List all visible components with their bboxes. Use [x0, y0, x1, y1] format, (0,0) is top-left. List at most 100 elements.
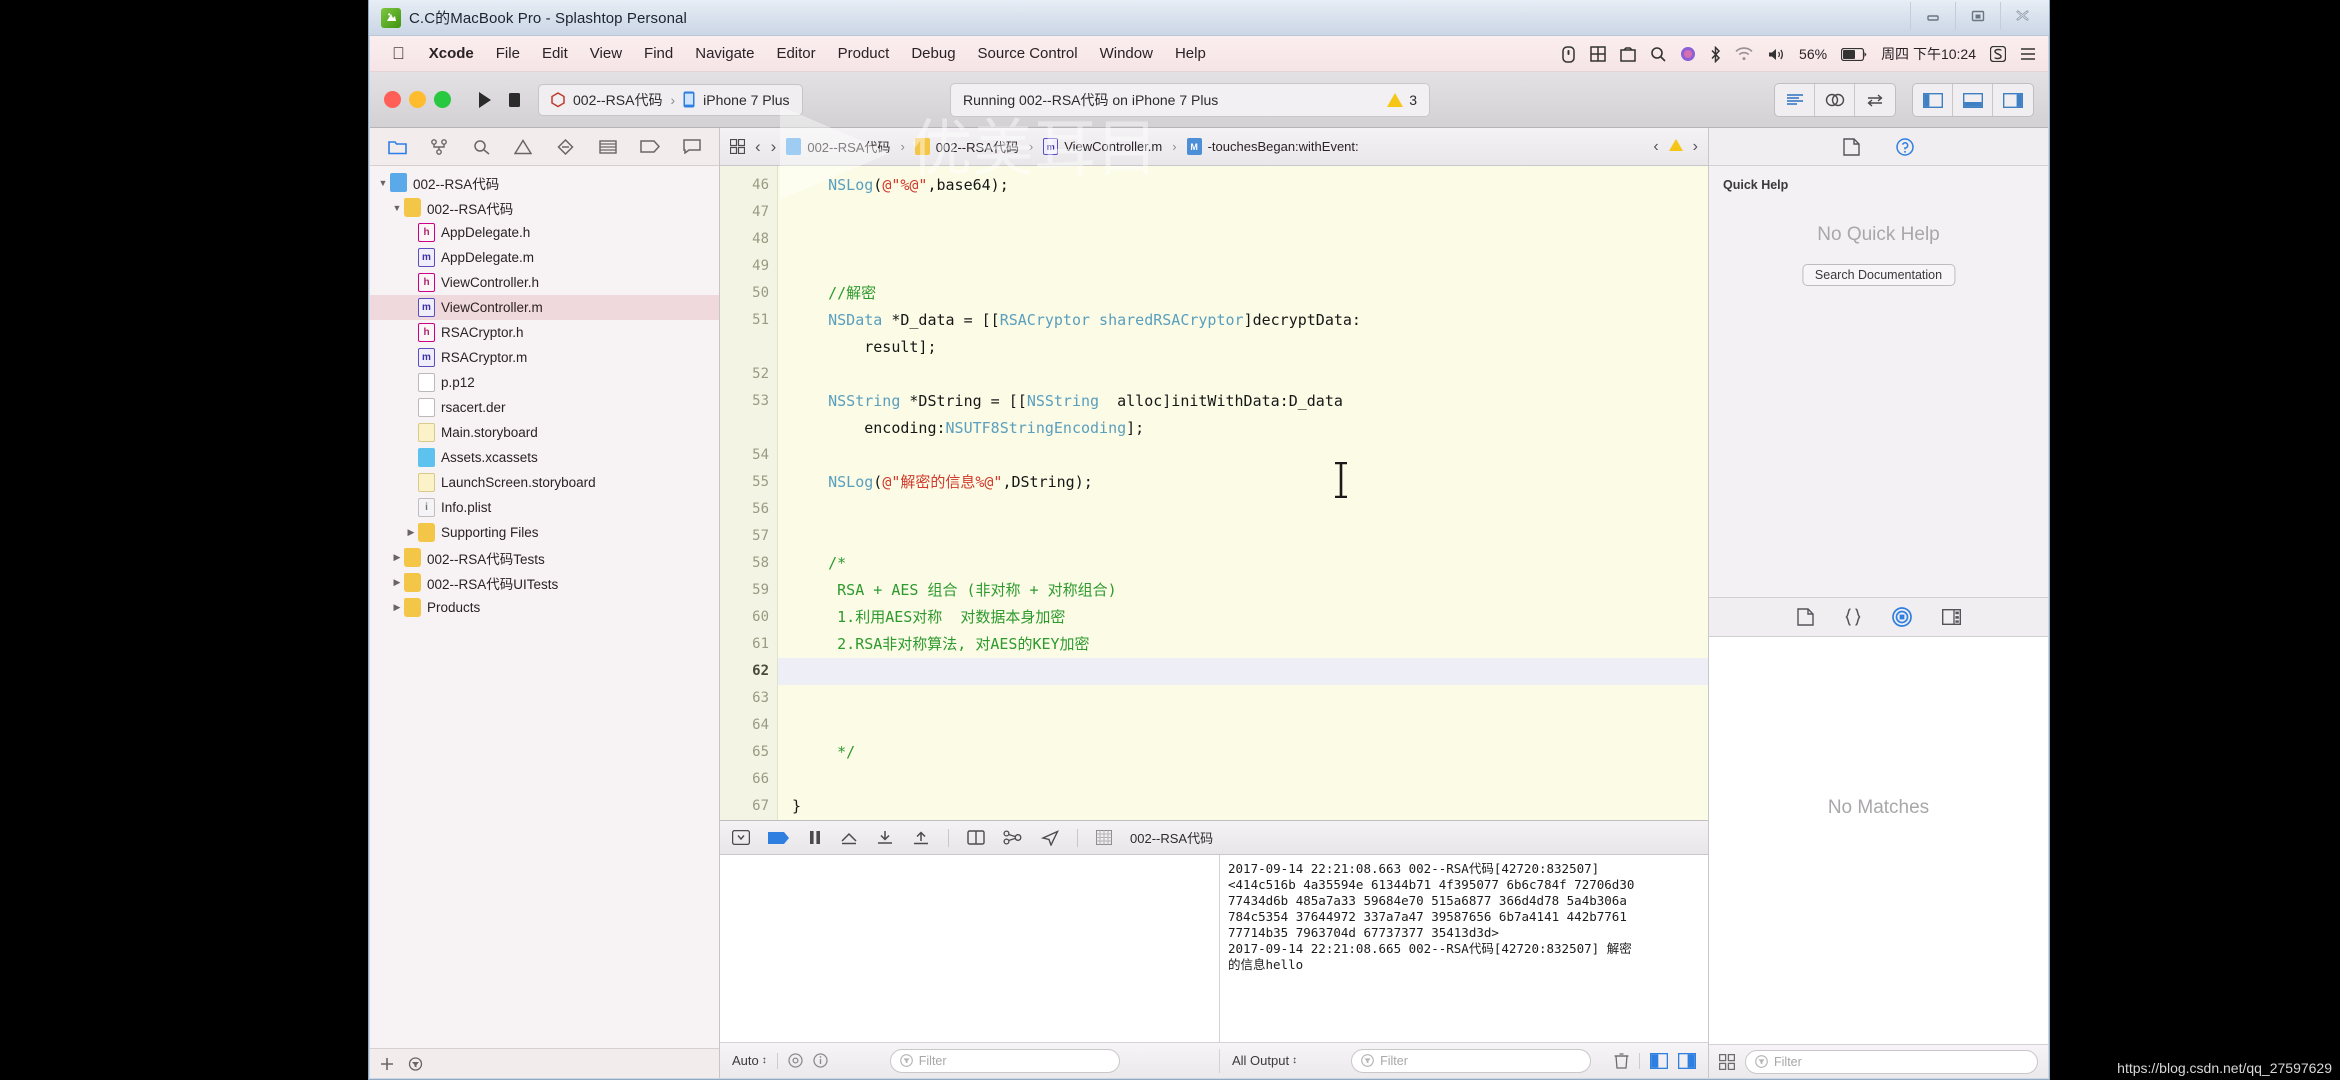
breadcrumb-group[interactable]: 002--RSA代码: [914, 137, 1019, 156]
file-inspector-icon[interactable]: [1843, 137, 1860, 156]
code-line[interactable]: [792, 496, 1708, 523]
menu-xcode[interactable]: Xcode: [429, 45, 474, 62]
console-filter-input[interactable]: Filter: [1351, 1048, 1592, 1073]
breadcrumb-symbol[interactable]: M -touchesBegan:withEvent:: [1186, 138, 1359, 155]
bluetooth-icon[interactable]: [1710, 45, 1721, 63]
filter-icon[interactable]: [408, 1056, 423, 1071]
version-editor-icon[interactable]: [1855, 84, 1895, 116]
code-line[interactable]: RSA + AES 组合 (非对称 + 对称组合): [792, 577, 1708, 604]
hide-debug-area-icon[interactable]: [732, 830, 750, 845]
console-output[interactable]: 2017-09-14 22:21:08.663 002--RSA代码[42720…: [1220, 855, 1708, 1042]
code-line[interactable]: //解密: [792, 280, 1708, 307]
code-line[interactable]: /*: [792, 550, 1708, 577]
code-line[interactable]: [792, 523, 1708, 550]
info-icon[interactable]: [813, 1053, 828, 1068]
library-filter-input[interactable]: Filter: [1745, 1049, 2038, 1074]
maximize-icon[interactable]: [1955, 2, 2000, 30]
disclosure-triangle-right-icon[interactable]: ▶: [404, 527, 418, 538]
related-items-icon[interactable]: [730, 139, 745, 154]
menu-window[interactable]: Window: [1100, 45, 1153, 62]
tree-item[interactable]: LaunchScreen.storyboard: [370, 470, 719, 495]
tree-item[interactable]: m AppDelegate.m: [370, 245, 719, 270]
disclosure-triangle-right-icon[interactable]: ▶: [390, 602, 404, 613]
sogou-input-icon[interactable]: [1990, 46, 2006, 62]
quick-help-inspector-icon[interactable]: [1896, 137, 1914, 156]
library-panel[interactable]: No Matches: [1709, 637, 2048, 1044]
step-over-icon[interactable]: [840, 830, 858, 845]
screenshot-icon[interactable]: [1620, 46, 1636, 62]
library-grid-icon[interactable]: [1719, 1053, 1735, 1070]
code-line[interactable]: */: [792, 739, 1708, 766]
tree-item[interactable]: ▼ 002--RSA代码: [370, 170, 719, 195]
disclosure-triangle-right-icon[interactable]: ▶: [390, 552, 404, 563]
grid-icon[interactable]: [1590, 46, 1606, 62]
tree-item[interactable]: ▶ 002--RSA代码Tests: [370, 545, 719, 570]
code-line[interactable]: [792, 766, 1708, 793]
battery-icon[interactable]: [1841, 47, 1867, 61]
code-line[interactable]: 2.RSA非对称算法, 对AES的KEY加密: [792, 631, 1708, 658]
menubar-clock[interactable]: 周四 下午10:24: [1881, 44, 1976, 64]
scheme-selector[interactable]: 002--RSA代码 › iPhone 7 Plus: [538, 83, 803, 116]
menu-help[interactable]: Help: [1175, 45, 1206, 62]
code-line[interactable]: NSLog(@"%@",base64);: [792, 172, 1708, 199]
code-line[interactable]: result];: [792, 334, 1708, 361]
tree-item[interactable]: h ViewController.h: [370, 270, 719, 295]
standard-editor-icon[interactable]: [1775, 84, 1815, 116]
code-line[interactable]: NSString *DString = [[NSString alloc]ini…: [792, 388, 1708, 415]
menu-view[interactable]: View: [590, 45, 622, 62]
window-close-button[interactable]: [384, 91, 401, 108]
tree-item[interactable]: ▶ 002--RSA代码UITests: [370, 570, 719, 595]
back-button[interactable]: ‹: [755, 137, 761, 157]
code-line[interactable]: 1.利用AES对称 对数据本身加密: [792, 604, 1708, 631]
code-line[interactable]: [792, 685, 1708, 712]
scope-icon[interactable]: [788, 1053, 803, 1068]
tree-item[interactable]: ▶ Supporting Files: [370, 520, 719, 545]
show-variables-icon[interactable]: [1650, 1052, 1668, 1069]
add-icon[interactable]: [380, 1057, 394, 1071]
notification-center-icon[interactable]: [2020, 47, 2036, 61]
issue-navigator-icon[interactable]: [509, 134, 537, 160]
apple-menu-icon[interactable]: : [392, 45, 405, 62]
object-library-icon[interactable]: [1891, 607, 1912, 627]
window-zoom-button[interactable]: [434, 91, 451, 108]
report-navigator-icon[interactable]: [678, 134, 706, 160]
find-navigator-icon[interactable]: [467, 134, 495, 160]
code-line[interactable]: [792, 253, 1708, 280]
source-control-navigator-icon[interactable]: [425, 134, 453, 160]
memory-graph-icon[interactable]: [1003, 830, 1023, 845]
code-line[interactable]: encoding:NSUTF8StringEncoding];: [792, 415, 1708, 442]
wifi-icon[interactable]: [1735, 47, 1753, 61]
breakpoint-navigator-icon[interactable]: [636, 134, 664, 160]
view-hierarchy-icon[interactable]: [967, 830, 985, 845]
menu-edit[interactable]: Edit: [542, 45, 568, 62]
menu-file[interactable]: File: [496, 45, 520, 62]
tree-item[interactable]: ▶ Products: [370, 595, 719, 620]
output-scope-popup[interactable]: All Output ↕: [1232, 1053, 1297, 1068]
tree-item[interactable]: m ViewController.m: [370, 295, 719, 320]
menu-find[interactable]: Find: [644, 45, 673, 62]
location-simulate-icon[interactable]: [1041, 829, 1059, 846]
disclosure-triangle-right-icon[interactable]: ▶: [390, 577, 404, 588]
code-line[interactable]: [778, 658, 1708, 685]
tree-item[interactable]: h AppDelegate.h: [370, 220, 719, 245]
tree-item[interactable]: ▼ 002--RSA代码: [370, 195, 719, 220]
step-out-icon[interactable]: [912, 830, 930, 845]
code-line[interactable]: }: [792, 793, 1708, 820]
code-text[interactable]: NSLog(@"%@",base64); //解密 NSData *D_data…: [778, 166, 1708, 820]
breakpoints-toggle-icon[interactable]: [768, 831, 790, 845]
source-code-editor[interactable]: 46 47 48 49 50 51 52 53 54 55 56 57 58 59 60 61 62 63 64 65…: [720, 166, 1708, 820]
code-line[interactable]: NSLog(@"解密的信息%@",DString);: [792, 469, 1708, 496]
warning-icon[interactable]: [1668, 139, 1683, 154]
warning-indicator[interactable]: 3: [1387, 92, 1417, 108]
file-template-library-icon[interactable]: [1796, 608, 1814, 626]
menu-product[interactable]: Product: [838, 45, 890, 62]
run-icon[interactable]: [477, 91, 493, 109]
menu-debug[interactable]: Debug: [911, 45, 955, 62]
tree-item[interactable]: Assets.xcassets: [370, 445, 719, 470]
window-minimize-button[interactable]: [409, 91, 426, 108]
search-documentation-button[interactable]: Search Documentation: [1801, 264, 1956, 286]
utilities-toggle-icon[interactable]: [1993, 84, 2033, 116]
code-line[interactable]: [792, 712, 1708, 739]
close-icon[interactable]: [2000, 2, 2045, 30]
menu-editor[interactable]: Editor: [776, 45, 815, 62]
